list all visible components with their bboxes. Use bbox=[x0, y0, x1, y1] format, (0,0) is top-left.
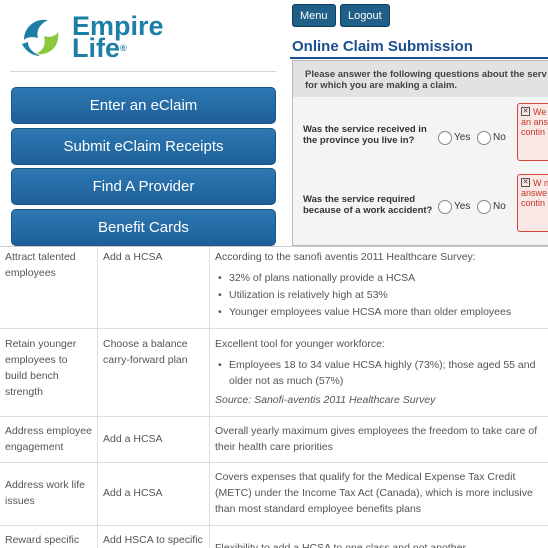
list-item: Utilization is relatively high at 53% bbox=[215, 287, 543, 303]
list-item: Younger employees value HCSA more than o… bbox=[215, 304, 543, 320]
action-cell: Add a HCSA bbox=[98, 463, 210, 525]
benefit-cards-button[interactable]: Benefit Cards bbox=[11, 209, 276, 246]
source-citation: Source: Sanofi-aventis 2011 Healthcare S… bbox=[215, 394, 436, 406]
province-yes-radio[interactable] bbox=[438, 131, 452, 145]
action-cell: Choose a balance carry-forward plan bbox=[98, 329, 210, 416]
detail-cell: Overall yearly maximum gives employees t… bbox=[215, 425, 538, 453]
question-work-accident: Was the service required because of a wo… bbox=[303, 194, 433, 216]
bullet-list: 32% of plans nationally provide a HCSA U… bbox=[215, 270, 543, 320]
submit-eclaim-receipts-button[interactable]: Submit eClaim Receipts bbox=[11, 128, 276, 165]
claim-form: Please answer the following questions ab… bbox=[292, 60, 548, 246]
bullet-list: Employees 18 to 34 value HCSA highly (73… bbox=[215, 357, 543, 389]
province-no-radio[interactable] bbox=[477, 131, 491, 145]
logout-button[interactable]: Logout bbox=[340, 4, 390, 27]
goal-cell: Address work life issues bbox=[0, 463, 98, 525]
list-item: Employees 18 to 34 value HCSA highly (73… bbox=[215, 357, 543, 389]
close-icon[interactable]: ✕ bbox=[521, 178, 530, 187]
find-provider-button[interactable]: Find A Provider bbox=[11, 168, 276, 205]
empire-life-swirl-icon bbox=[22, 19, 59, 56]
logo-trademark: ® bbox=[120, 43, 127, 53]
mobile-menu-panel: Empire Life® Enter an eClaim Submit eCla… bbox=[0, 0, 287, 246]
detail-text: According to the sanofi aventis 2011 Hea… bbox=[215, 251, 476, 263]
title-underline bbox=[290, 57, 548, 59]
page-title: Online Claim Submission bbox=[292, 38, 473, 55]
accident-no-radio[interactable] bbox=[477, 200, 491, 214]
question-province: Was the service received in the province… bbox=[303, 124, 427, 146]
menu-button[interactable]: Menu bbox=[292, 4, 336, 27]
goal-cell: Reward specific bbox=[0, 526, 98, 548]
list-item: 32% of plans nationally provide a HCSA bbox=[215, 270, 543, 286]
goal-cell: Retain younger employees to build bench … bbox=[0, 329, 98, 416]
province-no-label: No bbox=[493, 132, 506, 143]
logo-wordmark: Empire Life® bbox=[72, 13, 164, 62]
detail-cell: Covers expenses that qualify for the Med… bbox=[215, 471, 533, 515]
province-yes-label: Yes bbox=[454, 132, 471, 143]
table-row: Reward specific Add HSCA to specific Fle… bbox=[0, 526, 548, 548]
accident-error-message: ✕W nee an answe contin bbox=[517, 174, 548, 232]
detail-cell: Flexibility to add a HCSA to one class a… bbox=[215, 542, 466, 548]
accident-yes-radio[interactable] bbox=[438, 200, 452, 214]
logo-line2: Life bbox=[72, 33, 121, 63]
goal-cell: Address employee engagement bbox=[0, 417, 98, 462]
accident-yes-label: Yes bbox=[454, 201, 471, 212]
close-icon[interactable]: ✕ bbox=[521, 107, 530, 116]
province-error-message: ✕We nee an answ to contin bbox=[517, 103, 548, 161]
table-row: Attract talented employees Add a HCSA Ac… bbox=[0, 247, 548, 329]
table-row: Retain younger employees to build bench … bbox=[0, 329, 548, 417]
divider bbox=[10, 71, 276, 72]
detail-cell: Excellent tool for younger workforce: Em… bbox=[210, 329, 548, 416]
action-cell: Add a HCSA bbox=[98, 247, 210, 328]
enter-eclaim-button[interactable]: Enter an eClaim bbox=[11, 87, 276, 124]
accident-no-label: No bbox=[493, 201, 506, 212]
detail-text: Excellent tool for younger workforce: bbox=[215, 338, 385, 350]
form-instructions: Please answer the following questions ab… bbox=[293, 61, 548, 97]
action-cell: Add a HCSA bbox=[98, 417, 210, 462]
detail-cell: According to the sanofi aventis 2011 Hea… bbox=[210, 247, 548, 328]
table-row: Address employee engagement Add a HCSA O… bbox=[0, 417, 548, 463]
hcsa-strategy-table: Attract talented employees Add a HCSA Ac… bbox=[0, 246, 548, 548]
empire-life-logo: Empire Life® bbox=[18, 13, 164, 62]
screenshot-collage: Empire Life® Enter an eClaim Submit eCla… bbox=[0, 0, 548, 548]
table-row: Address work life issues Add a HCSA Cove… bbox=[0, 463, 548, 526]
online-claim-panel: Menu Logout Online Claim Submission Plea… bbox=[287, 0, 548, 246]
action-cell: Add HSCA to specific bbox=[98, 526, 210, 548]
goal-cell: Attract talented employees bbox=[0, 247, 98, 328]
